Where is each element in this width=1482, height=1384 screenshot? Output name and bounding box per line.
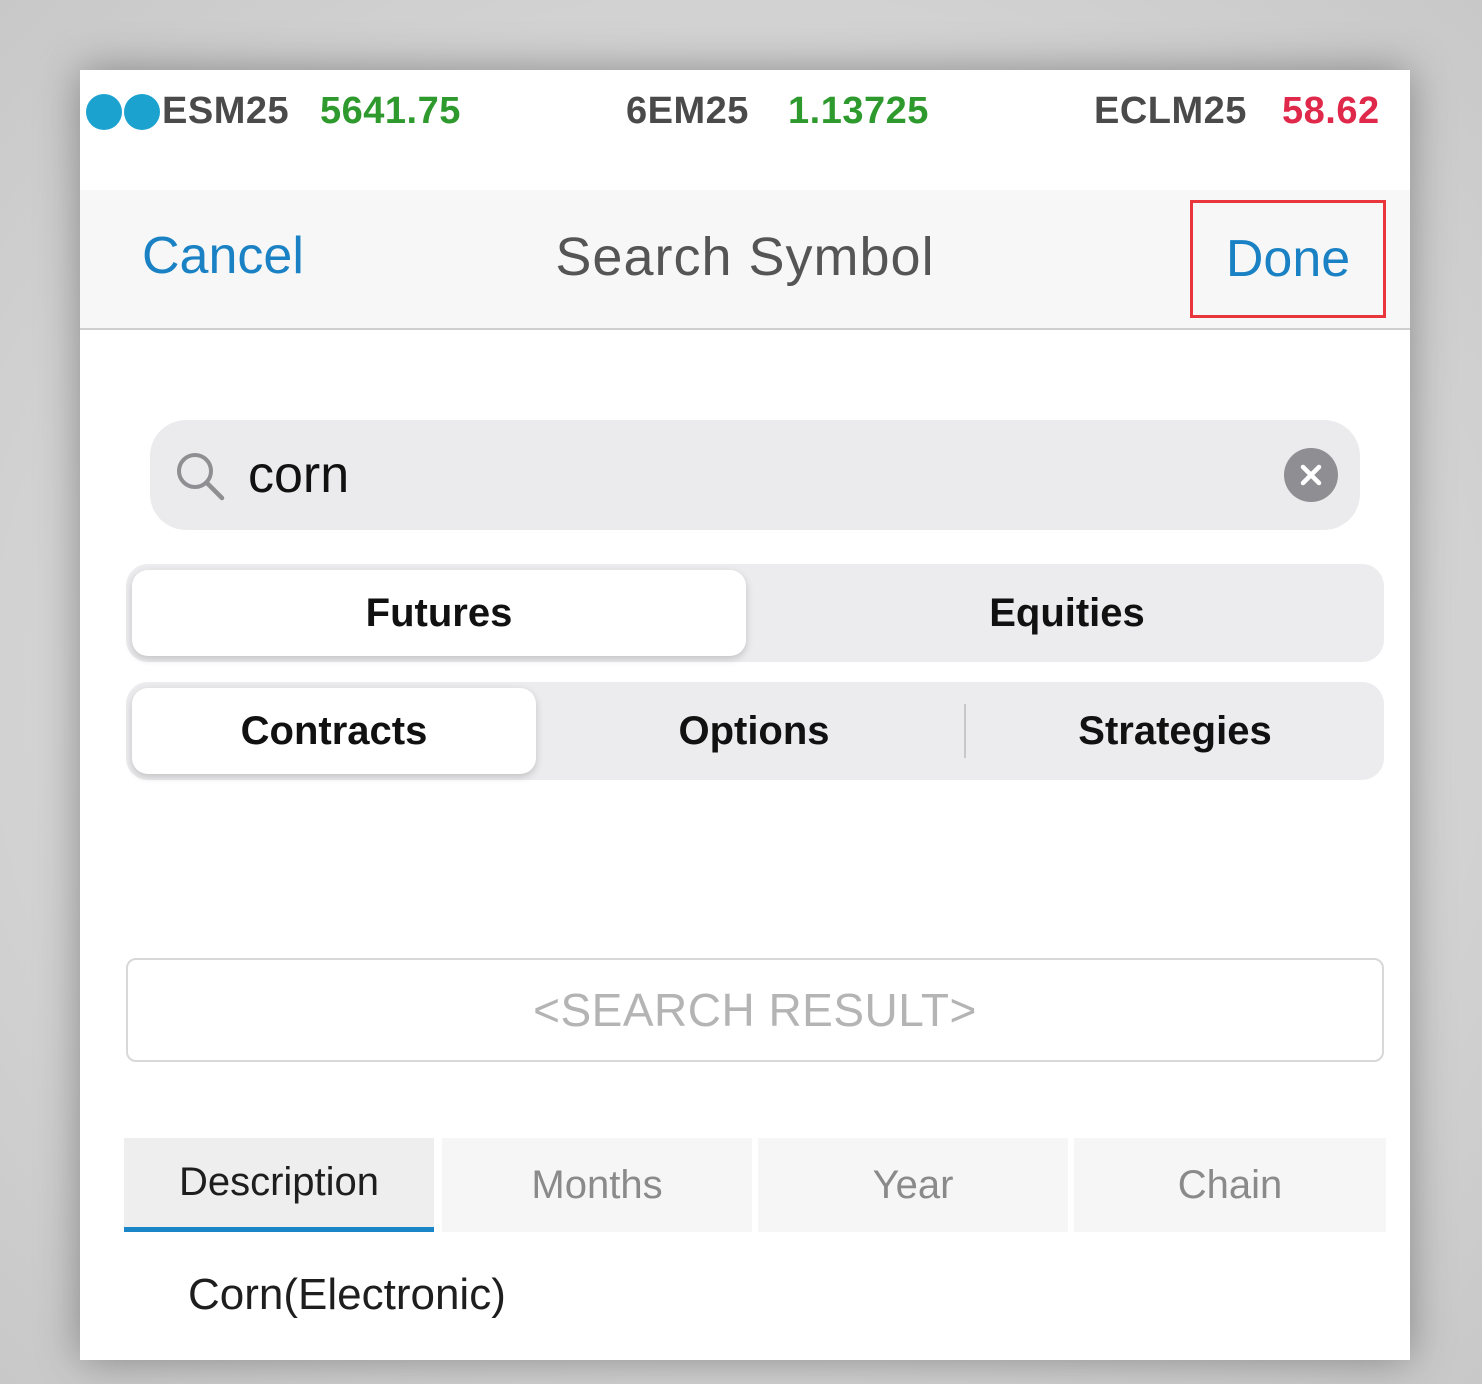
ticker-symbol[interactable]: 6EM25 bbox=[626, 90, 749, 133]
asset-class-segmented-control: Futures Equities bbox=[126, 564, 1384, 662]
close-icon bbox=[1300, 464, 1322, 486]
done-button[interactable]: Done bbox=[1190, 200, 1386, 318]
tab-year[interactable]: Year bbox=[758, 1138, 1068, 1232]
segment-futures[interactable]: Futures bbox=[132, 570, 746, 656]
cancel-button[interactable]: Cancel bbox=[142, 226, 304, 286]
search-result-placeholder: <SEARCH RESULT> bbox=[533, 984, 977, 1036]
tab-months[interactable]: Months bbox=[442, 1138, 752, 1232]
instrument-type-segmented-control: Contracts Options Strategies bbox=[126, 682, 1384, 780]
search-field[interactable] bbox=[150, 420, 1360, 530]
clear-search-button[interactable] bbox=[1284, 448, 1338, 502]
app-screen: ESM25 5641.75 6EM25 1.13725 ECLM25 58.62… bbox=[80, 70, 1410, 1360]
list-item[interactable]: Corn(Electronic) bbox=[188, 1270, 506, 1320]
column-tabs: Description Months Year Chain bbox=[124, 1138, 1386, 1232]
segment-divider bbox=[964, 704, 966, 758]
nav-bar: Search Symbol Cancel Done bbox=[80, 190, 1410, 330]
ticker-price: 5641.75 bbox=[320, 90, 461, 132]
segment-equities[interactable]: Equities bbox=[756, 564, 1378, 662]
ticker-bar: ESM25 5641.75 6EM25 1.13725 ECLM25 58.62 bbox=[80, 70, 1410, 156]
segment-strategies[interactable]: Strategies bbox=[968, 682, 1382, 780]
ticker-price: 1.13725 bbox=[788, 90, 929, 132]
segment-options[interactable]: Options bbox=[546, 682, 962, 780]
segment-contracts[interactable]: Contracts bbox=[132, 688, 536, 774]
tab-description[interactable]: Description bbox=[124, 1138, 434, 1232]
ticker-symbol[interactable]: ESM25 bbox=[162, 90, 289, 133]
search-result-box: <SEARCH RESULT> bbox=[126, 958, 1384, 1062]
done-button-label: Done bbox=[1225, 230, 1351, 288]
ticker-price: 58.62 bbox=[1282, 90, 1380, 132]
connection-status-icon bbox=[86, 94, 160, 130]
search-icon bbox=[177, 453, 225, 501]
ticker-symbol[interactable]: ECLM25 bbox=[1094, 90, 1247, 133]
tab-chain[interactable]: Chain bbox=[1074, 1138, 1386, 1232]
search-input[interactable] bbox=[248, 440, 1248, 510]
